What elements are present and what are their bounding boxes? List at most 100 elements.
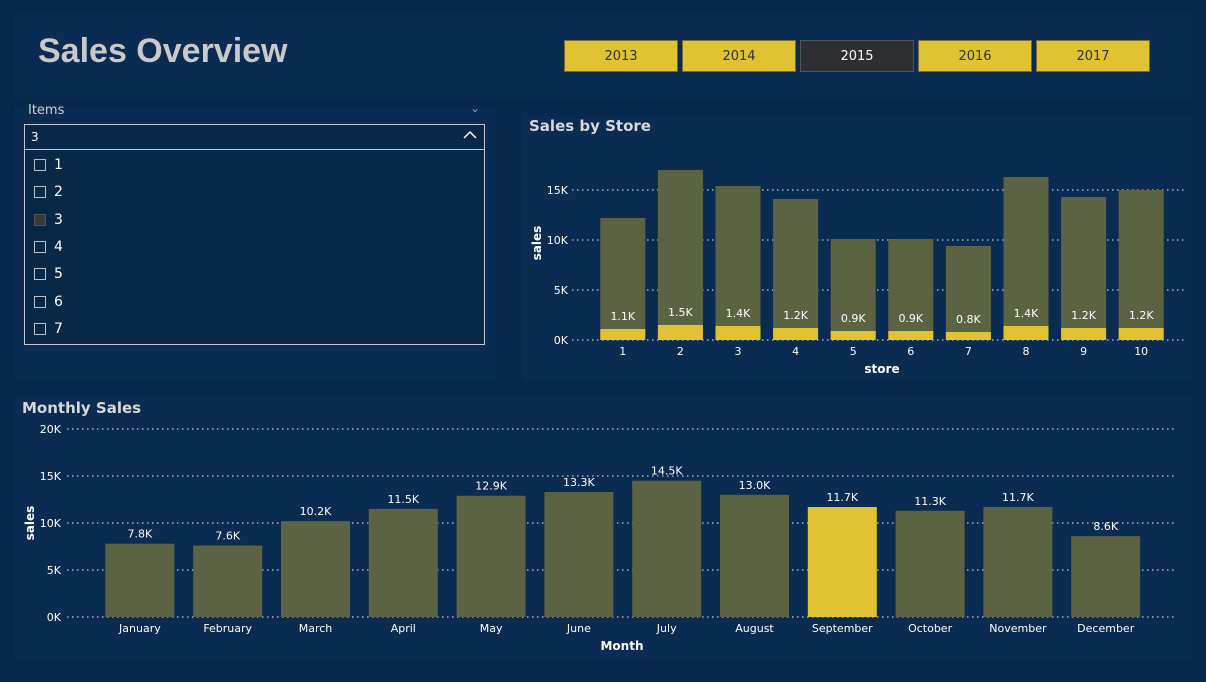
checkbox[interactable] xyxy=(34,322,46,335)
slicer-option-label: 3 xyxy=(54,211,63,228)
data-label: 1.2K xyxy=(1129,309,1154,322)
x-tick-label: 5 xyxy=(850,345,857,358)
slicer-option-3[interactable]: 3 xyxy=(34,210,63,230)
x-tick-label: October xyxy=(908,622,952,635)
bar-april[interactable] xyxy=(368,508,438,617)
data-label: 0.9K xyxy=(898,312,923,325)
data-label: 1.5K xyxy=(668,306,693,319)
bar-selected[interactable] xyxy=(657,325,703,340)
bar-may[interactable] xyxy=(456,495,526,617)
bar-selected[interactable] xyxy=(600,329,646,340)
checkbox[interactable] xyxy=(34,159,46,171)
slicer-option-label: 6 xyxy=(54,293,63,310)
bar-selected[interactable] xyxy=(830,331,876,340)
data-label: 11.3K xyxy=(914,495,946,508)
slicer-option-label: 2 xyxy=(54,184,63,201)
x-tick-label: August xyxy=(735,622,774,635)
x-tick-label: 9 xyxy=(1080,345,1087,358)
slicer-option-1[interactable]: 1 xyxy=(34,155,63,175)
data-label: 12.9K xyxy=(475,480,507,493)
checkbox[interactable] xyxy=(34,240,46,253)
x-tick-label: 8 xyxy=(1023,345,1030,358)
month-chart-title: Monthly Sales xyxy=(22,399,142,417)
y-tick-label: 20K xyxy=(40,423,62,436)
bar-june[interactable] xyxy=(544,491,614,617)
slicer-option-label: 1 xyxy=(54,157,63,173)
year-button-2014[interactable]: 2014 xyxy=(682,40,796,72)
checkbox[interactable] xyxy=(34,268,46,281)
data-label: 11.7K xyxy=(1002,491,1034,504)
bar-selected[interactable] xyxy=(1003,326,1049,340)
data-label: 7.8K xyxy=(128,528,153,541)
y-tick-label: 0K xyxy=(47,611,62,624)
checkbox[interactable] xyxy=(34,213,46,226)
slicer-option-label: 5 xyxy=(54,266,63,283)
year-button-2016[interactable]: 2016 xyxy=(918,40,1032,72)
slicer-option-2[interactable]: 2 xyxy=(34,182,63,202)
x-tick-label: November xyxy=(989,622,1047,635)
bar-september[interactable] xyxy=(807,507,877,617)
bar-october[interactable] xyxy=(895,510,965,617)
year-button-2013[interactable]: 2013 xyxy=(564,40,678,72)
items-dropdown-list: 1 2 3 4 5 6 7 xyxy=(24,150,485,345)
items-dropdown[interactable]: 3 xyxy=(24,124,485,150)
data-label: 13.0K xyxy=(739,479,771,492)
data-label: 11.5K xyxy=(387,493,419,506)
slicer-option-label: 4 xyxy=(54,238,63,255)
y-axis-title: sales xyxy=(530,226,544,261)
chevron-down-icon[interactable]: ⌄ xyxy=(470,101,480,115)
items-slicer-label: Items xyxy=(28,103,65,118)
bar-selected[interactable] xyxy=(945,332,991,340)
bar-december[interactable] xyxy=(1071,536,1141,617)
x-tick-label: 1 xyxy=(619,345,626,358)
chevron-up-icon[interactable] xyxy=(462,127,478,143)
month-bar-chart: 0K 5K 10K 15K 20K 7.8K January 7.6K February 10.2… xyxy=(23,423,1177,653)
data-label: 14.5K xyxy=(651,465,683,478)
slicer-option-4[interactable]: 4 xyxy=(34,237,63,257)
x-axis-title: store xyxy=(864,362,899,376)
bar-february[interactable] xyxy=(193,545,263,617)
x-tick-label: 2 xyxy=(677,345,684,358)
data-label: 11.7K xyxy=(826,491,858,504)
y-tick-label: 15K xyxy=(40,470,62,483)
x-tick-label: March xyxy=(299,622,333,635)
x-tick-label: 10 xyxy=(1134,345,1148,358)
data-label: 0.9K xyxy=(841,312,866,325)
x-tick-label: February xyxy=(203,622,252,635)
x-tick-label: July xyxy=(656,622,677,635)
bar-january[interactable] xyxy=(105,543,175,617)
x-axis-title: Month xyxy=(600,639,643,653)
bar-march[interactable] xyxy=(281,521,350,617)
x-tick-label: April xyxy=(391,622,416,635)
data-label: 8.6K xyxy=(1093,520,1118,533)
bar-selected[interactable] xyxy=(1118,328,1164,340)
y-tick-label: 0K xyxy=(554,334,569,347)
x-tick-label: 6 xyxy=(907,345,914,358)
x-tick-label: December xyxy=(1077,622,1135,635)
slicer-option-5[interactable]: 5 xyxy=(34,264,63,284)
year-button-2017[interactable]: 2017 xyxy=(1036,40,1150,72)
x-tick-label: May xyxy=(480,622,503,635)
bar-selected[interactable] xyxy=(715,326,761,340)
y-tick-label: 5K xyxy=(554,284,569,297)
bar-selected[interactable] xyxy=(773,328,819,340)
items-dropdown-value: 3 xyxy=(31,130,39,144)
page-title: Sales Overview xyxy=(38,32,288,70)
store-bar-chart: 0K 5K 10K 15K 1.1K 1 1.5K 2 1.4K 3 1.2K 4 0.9K 5 0.9K 6… xyxy=(530,170,1184,376)
checkbox[interactable] xyxy=(34,186,46,199)
bar-august[interactable] xyxy=(720,494,789,617)
checkbox[interactable] xyxy=(34,295,46,308)
y-tick-label: 5K xyxy=(47,564,62,577)
bar-selected[interactable] xyxy=(888,331,934,340)
slicer-option-6[interactable]: 6 xyxy=(34,292,63,312)
y-tick-label: 10K xyxy=(40,517,62,530)
year-button-2015[interactable]: 2015 xyxy=(800,40,914,72)
store-chart-title: Sales by Store xyxy=(529,117,651,135)
bar-selected[interactable] xyxy=(1061,328,1107,340)
bar-november[interactable] xyxy=(983,507,1053,617)
x-tick-label: 3 xyxy=(735,345,742,358)
data-label: 1.2K xyxy=(783,309,808,322)
bar-july[interactable] xyxy=(632,480,702,617)
y-axis-title: sales xyxy=(23,506,37,541)
slicer-option-7[interactable]: 7 xyxy=(34,319,63,339)
